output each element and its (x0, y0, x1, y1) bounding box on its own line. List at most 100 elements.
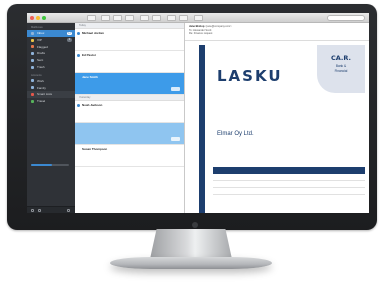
compose-icon[interactable] (194, 15, 203, 21)
folder-icon (31, 99, 34, 103)
sidebar-item-label: Flagged (37, 44, 48, 49)
drafts-icon (31, 52, 34, 56)
folder-icon (31, 86, 34, 90)
sidebar-item-vip[interactable]: VIP 4 (27, 37, 75, 44)
screen: Mailboxes Inbox 12 VIP 4 Flagged Drafts … (27, 13, 369, 213)
sidebar-item-smart-lists[interactable]: Smart Lists (27, 91, 75, 99)
invoice-line-items-table (213, 167, 365, 195)
sidebar-item-label: VIP (37, 37, 42, 42)
sidebar-toggle-icon[interactable] (87, 15, 96, 21)
sidebar-item-work[interactable]: Work (27, 78, 75, 85)
settings-icon[interactable] (38, 209, 41, 212)
trash-icon[interactable] (152, 15, 161, 21)
unread-dot-icon (77, 104, 80, 107)
reading-pane: Jane Bishop <jane@company.com> To: Alexa… (185, 23, 369, 213)
sidebar-item-label: Inbox (37, 31, 45, 35)
folder-icon (31, 79, 34, 83)
sidebar-item-label: Drafts (37, 51, 46, 56)
message-preview (82, 81, 180, 87)
message-preview (82, 37, 180, 43)
table-row (213, 174, 365, 181)
invoice-accent-stripe (199, 45, 205, 213)
sidebar-item-label: Smart Lists (37, 92, 53, 97)
archive-icon[interactable] (140, 15, 149, 21)
logo-text: CA.R. (331, 54, 351, 62)
sidebar-item-travel[interactable]: Travel (27, 98, 75, 105)
flag-icon[interactable] (167, 15, 176, 21)
sidebar-item-label: Trash (37, 64, 45, 69)
inbox-icon (31, 31, 34, 35)
logo-subtext: Financial (334, 69, 348, 73)
storage-bar-fill (31, 164, 52, 166)
message-sender: Jane Smith (82, 75, 99, 79)
close-window-icon[interactable] (30, 16, 34, 20)
message-preview (82, 127, 180, 133)
sidebar-item-drafts[interactable]: Drafts (27, 50, 75, 57)
sidebar-item-sent[interactable]: Sent (27, 57, 75, 64)
attachment-icon (171, 137, 180, 141)
trash-icon (31, 65, 34, 69)
message-row[interactable]: Michael Jordan (75, 29, 184, 51)
sidebar-item-label: Travel (37, 99, 46, 104)
reply-all-icon[interactable] (113, 15, 122, 21)
message-preview (82, 109, 180, 115)
message-sender: Michael Jordan (82, 31, 104, 35)
sidebar-item-inbox[interactable]: Inbox 12 (27, 30, 75, 37)
table-header-row (213, 167, 365, 174)
sidebar-section-label: Mailboxes (31, 26, 43, 29)
message-header: Jane Bishop <jane@company.com> To: Alexa… (185, 23, 369, 41)
sidebar-item-label: Work (37, 78, 44, 83)
monitor-stand-base (110, 257, 272, 269)
monitor-bezel: Mailboxes Inbox 12 VIP 4 Flagged Drafts … (7, 4, 377, 230)
storage-indicator (31, 163, 69, 166)
attachment-icon (171, 87, 180, 91)
storage-bar (31, 164, 69, 166)
smart-list-icon (31, 93, 34, 97)
company-logo: CA.R. Bank & Financial (317, 45, 365, 93)
invoice-title: LASKU (217, 67, 283, 85)
unread-count-badge: 12 (67, 31, 72, 36)
zoom-window-icon[interactable] (42, 16, 46, 20)
sender-name: Jane Bishop (189, 25, 205, 28)
message-row[interactable]: Noah Jackson (75, 101, 184, 123)
apple-logo-icon (192, 222, 198, 228)
sidebar-item-trash[interactable]: Trash (27, 64, 75, 71)
sidebar-item-flagged[interactable]: Flagged (27, 44, 75, 51)
window-toolbar (27, 13, 369, 23)
message-row-selected[interactable] (75, 123, 184, 145)
sidebar: Mailboxes Inbox 12 VIP 4 Flagged Drafts … (27, 23, 75, 213)
logo-subtext: Bank & (335, 64, 347, 68)
monitor-stand-neck (150, 229, 232, 259)
sidebar-section-label: Accounts (31, 73, 42, 77)
unread-dot-icon (77, 32, 80, 35)
message-row[interactable]: Susan Thompson (75, 145, 184, 167)
unread-count-badge: 4 (67, 38, 72, 42)
message-preview (82, 59, 180, 65)
table-row (213, 181, 365, 188)
message-row[interactable]: Ed Pastor (75, 51, 184, 73)
message-row-selected[interactable]: Jane Smith (75, 73, 184, 95)
star-icon (31, 38, 34, 42)
unread-dot-icon (77, 54, 80, 57)
message-sender: Noah Jackson (82, 103, 103, 107)
forward-icon[interactable] (125, 15, 134, 21)
message-list: Today Michael Jordan Ed Pastor Jane Smit… (75, 23, 185, 213)
invoice-document: LASKU CA.R. Bank & Financial Elmar Oy Lt… (189, 45, 367, 213)
search-input[interactable] (327, 15, 365, 21)
flag-icon (31, 45, 34, 49)
sidebar-footer (27, 206, 75, 213)
table-row (213, 188, 365, 195)
add-mailbox-icon[interactable] (31, 209, 34, 212)
reply-icon[interactable] (101, 15, 110, 21)
sidebar-item-label: Family (37, 85, 46, 90)
sender-email[interactable]: <jane@company.com> (205, 25, 232, 28)
activity-icon[interactable] (67, 209, 70, 212)
message-sender: Ed Pastor (82, 53, 97, 57)
message-subject-line: Re: Finance request (189, 32, 213, 36)
message-sender: Susan Thompson (82, 147, 108, 151)
minimize-window-icon[interactable] (36, 16, 40, 20)
invoice-recipient-company: Elmar Oy Ltd. (217, 131, 254, 137)
sidebar-item-family[interactable]: Family (27, 85, 75, 92)
sidebar-item-label: Sent (37, 58, 44, 63)
move-icon[interactable] (179, 15, 188, 21)
